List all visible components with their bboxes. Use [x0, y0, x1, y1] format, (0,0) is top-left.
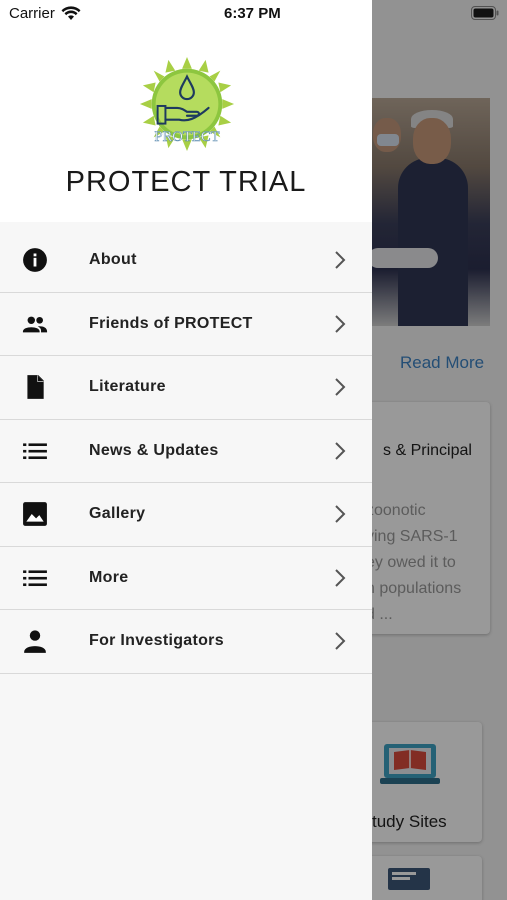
image-icon: [23, 502, 47, 527]
drawer-menu: About Friends of PROTECT Literature News…: [0, 229, 372, 674]
chevron-right-icon: [335, 505, 346, 523]
menu-item-literature[interactable]: Literature: [0, 356, 372, 420]
menu-item-label: Literature: [89, 378, 166, 396]
menu-item-label: Gallery: [89, 505, 146, 523]
clock: 6:37 PM: [224, 5, 281, 22]
menu-item-label: Friends of PROTECT: [89, 314, 253, 332]
chevron-right-icon: [335, 315, 346, 333]
menu-item-label: News & Updates: [89, 441, 219, 459]
battery-icon: [471, 6, 499, 20]
chevron-right-icon: [335, 442, 346, 460]
menu-item-news[interactable]: News & Updates: [0, 419, 372, 483]
wifi-icon: [61, 6, 81, 20]
menu-item-more[interactable]: More: [0, 546, 372, 610]
protect-logo: PROTECT: [139, 56, 235, 152]
chevron-right-icon: [335, 632, 346, 650]
menu-item-label: About: [89, 251, 137, 269]
chevron-right-icon: [335, 378, 346, 396]
chevron-right-icon: [335, 569, 346, 587]
status-bar: Carrier 6:37 PM: [0, 0, 507, 28]
list-icon: [23, 443, 47, 459]
app-title: PROTECT TRIAL: [65, 166, 307, 198]
menu-item-label: For Investigators: [89, 632, 224, 650]
menu-item-about[interactable]: About: [0, 229, 372, 293]
logo-text: PROTECT: [154, 129, 219, 145]
list-icon: [23, 570, 47, 586]
navigation-drawer: PROTECT PROTECT TRIAL About Friends of P…: [0, 0, 372, 900]
drawer-header: PROTECT PROTECT TRIAL: [0, 0, 372, 222]
menu-item-label: More: [89, 568, 129, 586]
person-icon: [24, 630, 46, 654]
document-icon: [27, 375, 44, 400]
menu-item-investigators[interactable]: For Investigators: [0, 610, 372, 674]
info-icon: [23, 248, 47, 273]
people-icon: [22, 316, 48, 333]
menu-item-gallery[interactable]: Gallery: [0, 483, 372, 547]
carrier-label: Carrier: [9, 5, 55, 22]
chevron-right-icon: [335, 251, 346, 269]
menu-item-friends[interactable]: Friends of PROTECT: [0, 292, 372, 356]
